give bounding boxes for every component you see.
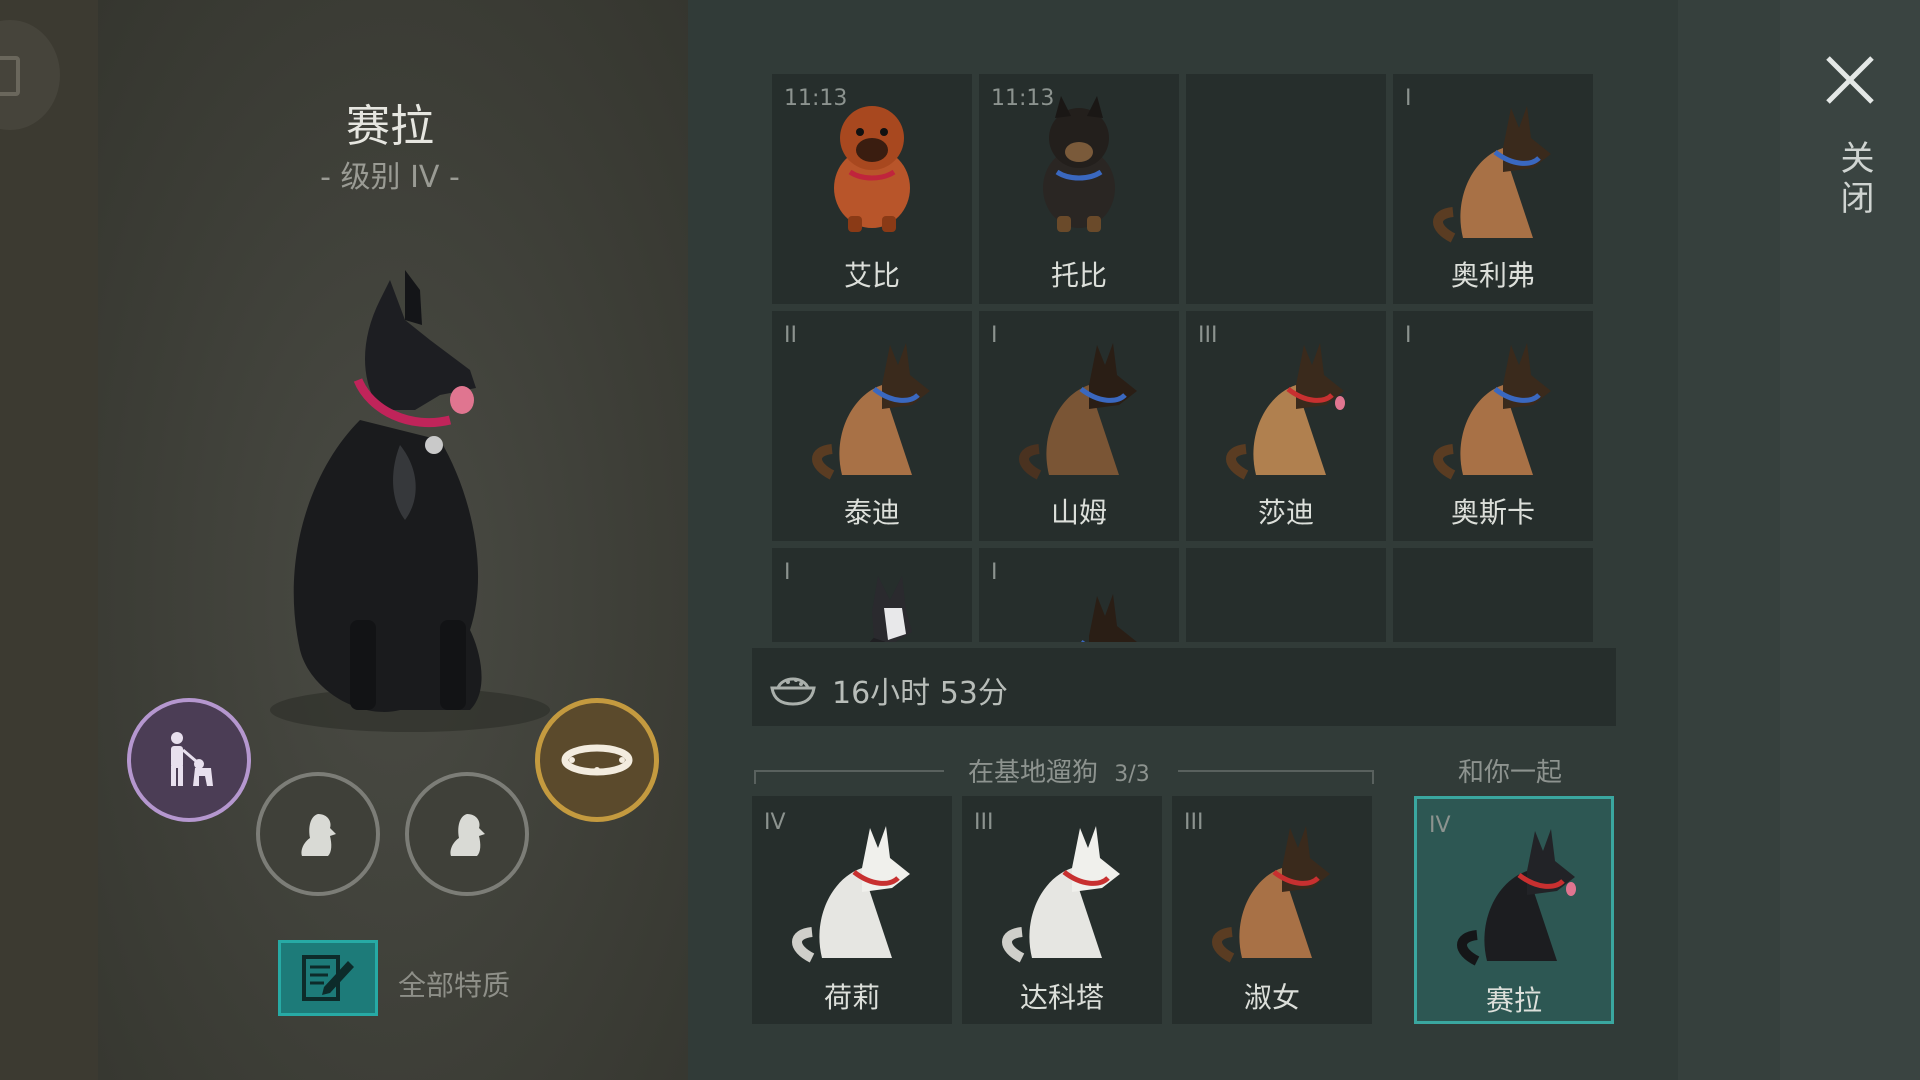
dog-portrait [834, 106, 910, 232]
dog-portrait [870, 576, 912, 642]
dog-portrait [1002, 826, 1120, 963]
with-you-dog-slot[interactable]: IV 赛拉 [1414, 796, 1614, 1024]
kennel-slot[interactable]: 11:13 托比 [979, 74, 1179, 304]
dog-portrait [1081, 594, 1137, 642]
dog-name: 山姆 [1050, 496, 1107, 529]
notepad-pen-icon [302, 955, 354, 1001]
dog-name: 泰迪 [843, 496, 900, 529]
left-edge-panel [0, 0, 98, 1080]
dog-tier: II [784, 323, 797, 348]
breed-slot-1-button[interactable] [256, 772, 380, 896]
dog-portrait [1212, 826, 1330, 963]
all-traits-button[interactable] [278, 940, 378, 1016]
puppy-icon [450, 814, 485, 856]
dog-tier: III [974, 810, 994, 835]
kennel-slot-empty[interactable] [1186, 548, 1386, 642]
with-you-title: 和你一起 [1458, 758, 1563, 788]
walk-section-title: 在基地遛狗 3/3 [968, 752, 1150, 789]
dog-tier: III [1184, 810, 1204, 835]
food-bowl-icon [770, 677, 816, 706]
dog-name: 淑女 [1243, 981, 1300, 1014]
dog-name: 达科塔 [1019, 981, 1104, 1014]
dog-portrait [812, 343, 930, 480]
walk-section-title-text: 在基地遛狗 [968, 758, 1099, 788]
feeding-timer-text: 16小时 53分 [832, 676, 1008, 711]
dog-name: 托比 [1050, 259, 1107, 292]
close-icon[interactable] [1822, 52, 1878, 108]
kennel-slot-empty[interactable] [1393, 548, 1593, 642]
selected-dog-name: 赛拉 [346, 101, 434, 152]
section-divider [754, 770, 944, 772]
dog-tier: I [784, 560, 791, 585]
selected-dog-level: - 级别 IV - [320, 160, 460, 195]
right-margin-panel [1678, 0, 1780, 1080]
all-traits-label[interactable]: 全部特质 [398, 964, 510, 1004]
kennel-grid: 11:13 艾比 11:13 托比 I 奥利弗 II 泰迪 I 山姆 III 莎… [772, 74, 1598, 642]
walking-dog-slot[interactable]: III 淑女 [1172, 796, 1372, 1024]
puppy-icon [301, 814, 336, 856]
collar-button[interactable] [535, 698, 659, 822]
dog-name: 奥利弗 [1450, 259, 1535, 292]
walk-dog-button[interactable] [127, 698, 251, 822]
dog-portrait [792, 826, 910, 963]
kennel-slot[interactable]: I [772, 548, 972, 642]
dog-name: 奥斯卡 [1450, 496, 1535, 529]
dog-tier: I [991, 560, 998, 585]
spiked-collar-icon [561, 744, 633, 776]
walking-dog-slot[interactable]: III 达科塔 [962, 796, 1162, 1024]
kennel-slot-empty[interactable] [1186, 74, 1386, 304]
dog-tier: I [1405, 323, 1412, 348]
dog-tier: I [1405, 86, 1412, 111]
kennel-slot[interactable]: II 泰迪 [772, 311, 972, 541]
section-divider [754, 770, 756, 784]
walking-dog-slot[interactable]: IV 荷莉 [752, 796, 952, 1024]
walk-section-count: 3/3 [1114, 762, 1150, 787]
kennel-slot[interactable]: I 山姆 [979, 311, 1179, 541]
dog-name: 莎迪 [1257, 496, 1314, 529]
dog-portrait [1226, 343, 1345, 480]
dog-portrait [1433, 343, 1551, 480]
kennel-slot[interactable]: I [979, 548, 1179, 642]
breed-slot-2-button[interactable] [405, 772, 529, 896]
dog-name: 赛拉 [1485, 984, 1542, 1017]
dog-tier: I [991, 323, 998, 348]
close-button-label[interactable]: 关闭 [1830, 140, 1879, 220]
selected-dog-model [270, 270, 550, 732]
kennel-slot[interactable]: I 奥斯卡 [1393, 311, 1593, 541]
dog-portrait [1043, 96, 1115, 232]
dog-tier: III [1198, 323, 1218, 348]
section-divider [1372, 770, 1374, 784]
kennel-slot[interactable]: I 奥利弗 [1393, 74, 1593, 304]
dog-name: 艾比 [843, 259, 900, 292]
section-divider [1178, 770, 1374, 772]
dog-portrait [1433, 106, 1551, 243]
dog-name: 荷莉 [823, 981, 880, 1014]
kennel-slot[interactable]: III 莎迪 [1186, 311, 1386, 541]
kennel-slot[interactable]: 11:13 艾比 [772, 74, 972, 304]
dog-portrait [1019, 343, 1137, 480]
person-with-dog-icon [171, 732, 213, 786]
dog-portrait [1457, 829, 1576, 966]
